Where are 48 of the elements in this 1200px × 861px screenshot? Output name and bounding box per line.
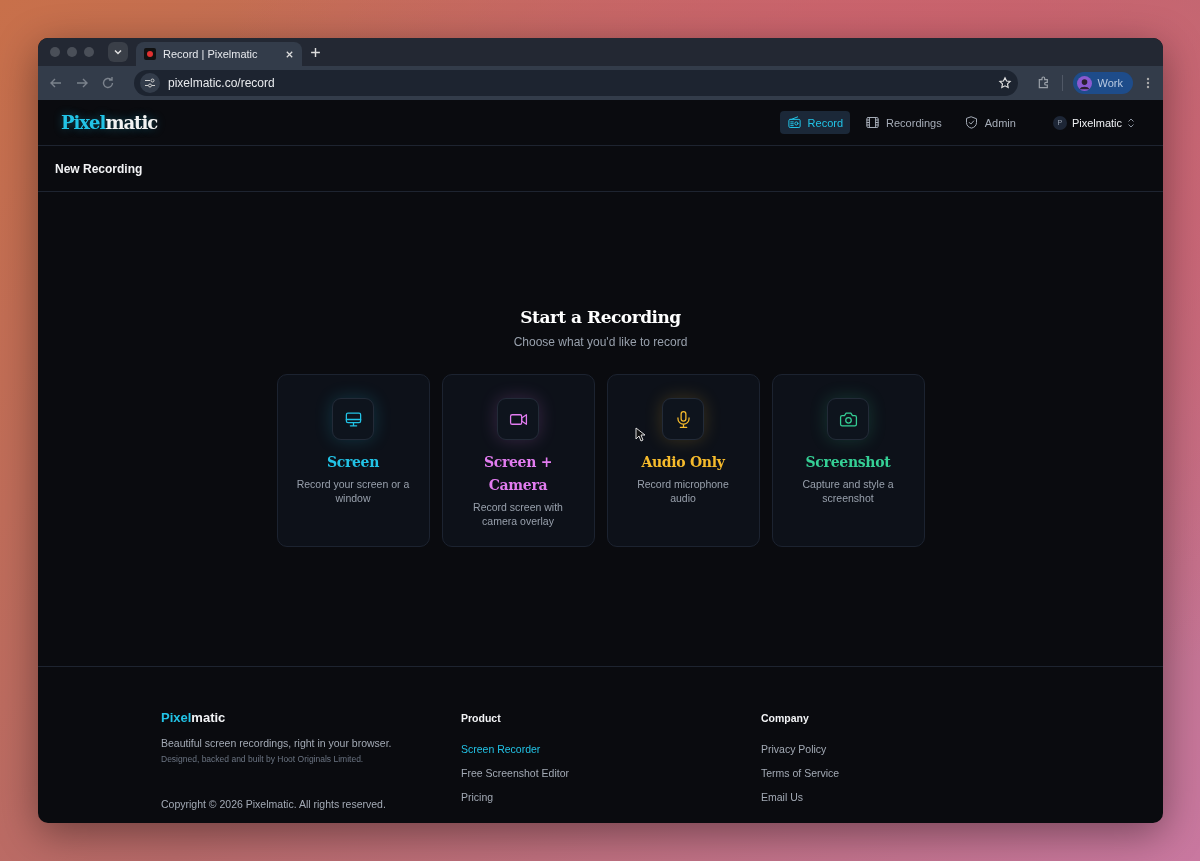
section-heading: Start a Recording [520, 307, 681, 327]
footer-link[interactable]: Pricing [461, 791, 761, 803]
logo[interactable]: Pixelmatic [61, 112, 158, 133]
option-title: Screen [326, 453, 380, 472]
site-settings-icon[interactable] [140, 73, 160, 93]
recording-option-card[interactable]: Audio Only Record microphone audio [606, 374, 760, 547]
section-subtitle: Choose what you'd like to record [513, 335, 688, 349]
avatar-icon [1076, 75, 1092, 91]
footer-link[interactable]: Screen Recorder [461, 743, 761, 755]
option-description: Record microphone audio [636, 477, 730, 505]
nav-item[interactable]: Record [779, 111, 851, 134]
profile-button[interactable]: Work [1072, 72, 1133, 94]
recording-option-card[interactable]: Screen Record your screen or a window [276, 374, 430, 547]
shield-icon [963, 115, 979, 130]
favicon-icon [144, 48, 156, 60]
recording-option-card[interactable]: Screen + Camera Record screen with camera overlay [441, 374, 595, 547]
footer-credit: Designed, backed and built by Hoot Originals Limited. [161, 754, 365, 764]
option-description: Capture and style a screenshot [801, 477, 895, 505]
option-title: Screen + Camera [482, 453, 554, 495]
footer-heading: Product [461, 712, 502, 724]
close-tab-icon[interactable] [285, 49, 294, 59]
footer-link[interactable]: Terms of Service [761, 767, 1061, 779]
browser-tab[interactable]: Record | Pixelmatic [136, 42, 302, 66]
radio-icon [786, 115, 802, 130]
new-tab-icon[interactable] [310, 46, 321, 58]
page-title: New Recording [55, 161, 143, 176]
chevron-up-down-icon [1127, 116, 1135, 129]
address-bar[interactable]: pixelmatic.co/record [134, 70, 1018, 96]
tab-search-button[interactable] [108, 42, 128, 62]
mouse-cursor-icon [635, 427, 645, 442]
nav-item[interactable]: Recordings [858, 111, 949, 134]
nav-item[interactable]: Admin [956, 111, 1023, 134]
footer-link[interactable]: Free Screenshot Editor [461, 767, 761, 779]
recording-option-card[interactable]: Screenshot Capture and style a screenshot [771, 374, 925, 547]
reload-icon[interactable] [100, 75, 116, 91]
chevron-down-icon [113, 47, 123, 57]
footer-tagline: Beautiful screen recordings, right in your browser. [161, 737, 393, 749]
film-icon [865, 115, 881, 130]
footer-link[interactable]: Privacy Policy [761, 743, 1061, 755]
footer-heading: Company [761, 712, 810, 724]
option-description: Record screen with camera overlay [472, 500, 564, 528]
footer-link[interactable]: Email Us [761, 791, 1061, 803]
copyright-text: Copyright © 2026 Pixelmatic. All rights reserved. [161, 798, 387, 810]
option-title: Audio Only [641, 453, 725, 472]
bookmark-star-icon[interactable] [997, 76, 1012, 90]
option-description: Record your screen or a window [295, 477, 411, 505]
option-title: Screenshot [805, 453, 891, 472]
footer-logo[interactable]: Pixelmatic [161, 710, 461, 725]
